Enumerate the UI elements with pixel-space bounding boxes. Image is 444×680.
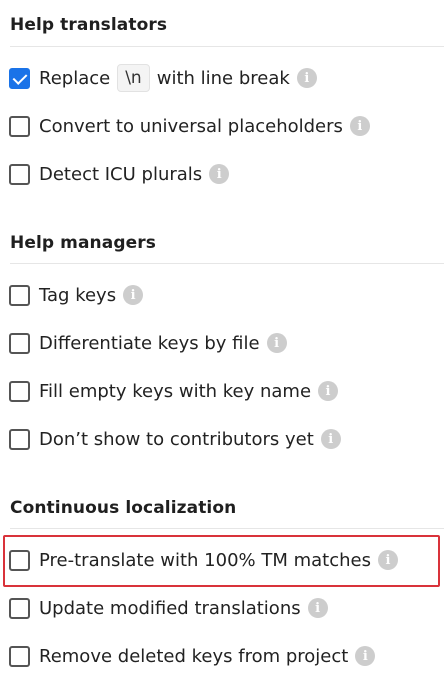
option-pre-translate-tm[interactable]: Pre-translate with 100% TM matches i bbox=[9, 545, 398, 575]
info-icon[interactable]: i bbox=[307, 598, 328, 618]
checkbox-replace-newline[interactable] bbox=[9, 67, 30, 89]
checkbox-update-modified[interactable] bbox=[9, 597, 30, 619]
option-label: Pre-translate with 100% TM matches bbox=[39, 549, 371, 571]
option-replace-newline[interactable]: Replace \n with line break i bbox=[9, 63, 317, 93]
newline-code-chip: \n bbox=[117, 64, 150, 92]
option-fill-empty-keys[interactable]: Fill empty keys with key name i bbox=[9, 376, 339, 406]
option-label: with line break bbox=[156, 67, 290, 89]
option-label: Tag keys bbox=[39, 284, 117, 306]
option-detect-icu-plurals[interactable]: Detect ICU plurals i bbox=[9, 159, 230, 189]
checkbox-pre-translate-tm[interactable] bbox=[9, 549, 30, 571]
option-label: Replace bbox=[39, 67, 111, 89]
option-label: Detect ICU plurals bbox=[39, 163, 203, 185]
checkbox-differentiate-keys[interactable] bbox=[9, 332, 30, 354]
section-divider bbox=[10, 528, 444, 529]
option-remove-deleted[interactable]: Remove deleted keys from project i bbox=[9, 641, 376, 671]
checkbox-fill-empty-keys[interactable] bbox=[9, 380, 30, 402]
info-icon[interactable]: i bbox=[349, 116, 370, 136]
info-icon[interactable]: i bbox=[266, 333, 287, 353]
checkbox-hide-from-contributors[interactable] bbox=[9, 428, 30, 450]
option-update-modified[interactable]: Update modified translations i bbox=[9, 593, 328, 623]
section-divider bbox=[10, 263, 444, 264]
option-hide-from-contributors[interactable]: Don’t show to contributors yet i bbox=[9, 424, 341, 454]
option-label: Remove deleted keys from project bbox=[39, 645, 349, 667]
option-label: Update modified translations bbox=[39, 597, 301, 619]
section-title-help-translators: Help translators bbox=[10, 15, 168, 35]
info-icon[interactable]: i bbox=[355, 646, 376, 666]
section-title-help-managers: Help managers bbox=[10, 233, 156, 253]
option-universal-placeholders[interactable]: Convert to universal placeholders i bbox=[9, 111, 370, 141]
info-icon[interactable]: i bbox=[123, 285, 144, 305]
section-title-continuous-localization: Continuous localization bbox=[10, 498, 237, 518]
info-icon[interactable]: i bbox=[318, 381, 339, 401]
option-label: Fill empty keys with key name bbox=[39, 380, 312, 402]
option-label: Convert to universal placeholders bbox=[39, 115, 343, 137]
info-icon[interactable]: i bbox=[296, 68, 317, 88]
option-label: Differentiate keys by file bbox=[39, 332, 260, 354]
info-icon[interactable]: i bbox=[320, 429, 341, 449]
section-divider bbox=[10, 46, 444, 47]
checkbox-remove-deleted[interactable] bbox=[9, 645, 30, 667]
option-label: Don’t show to contributors yet bbox=[39, 428, 314, 450]
option-differentiate-keys[interactable]: Differentiate keys by file i bbox=[9, 328, 287, 358]
option-tag-keys[interactable]: Tag keys i bbox=[9, 280, 144, 310]
info-icon[interactable]: i bbox=[209, 164, 230, 184]
checkbox-tag-keys[interactable] bbox=[9, 284, 30, 306]
checkbox-detect-icu-plurals[interactable] bbox=[9, 163, 30, 185]
info-icon[interactable]: i bbox=[378, 550, 398, 570]
checkbox-universal-placeholders[interactable] bbox=[9, 115, 30, 137]
